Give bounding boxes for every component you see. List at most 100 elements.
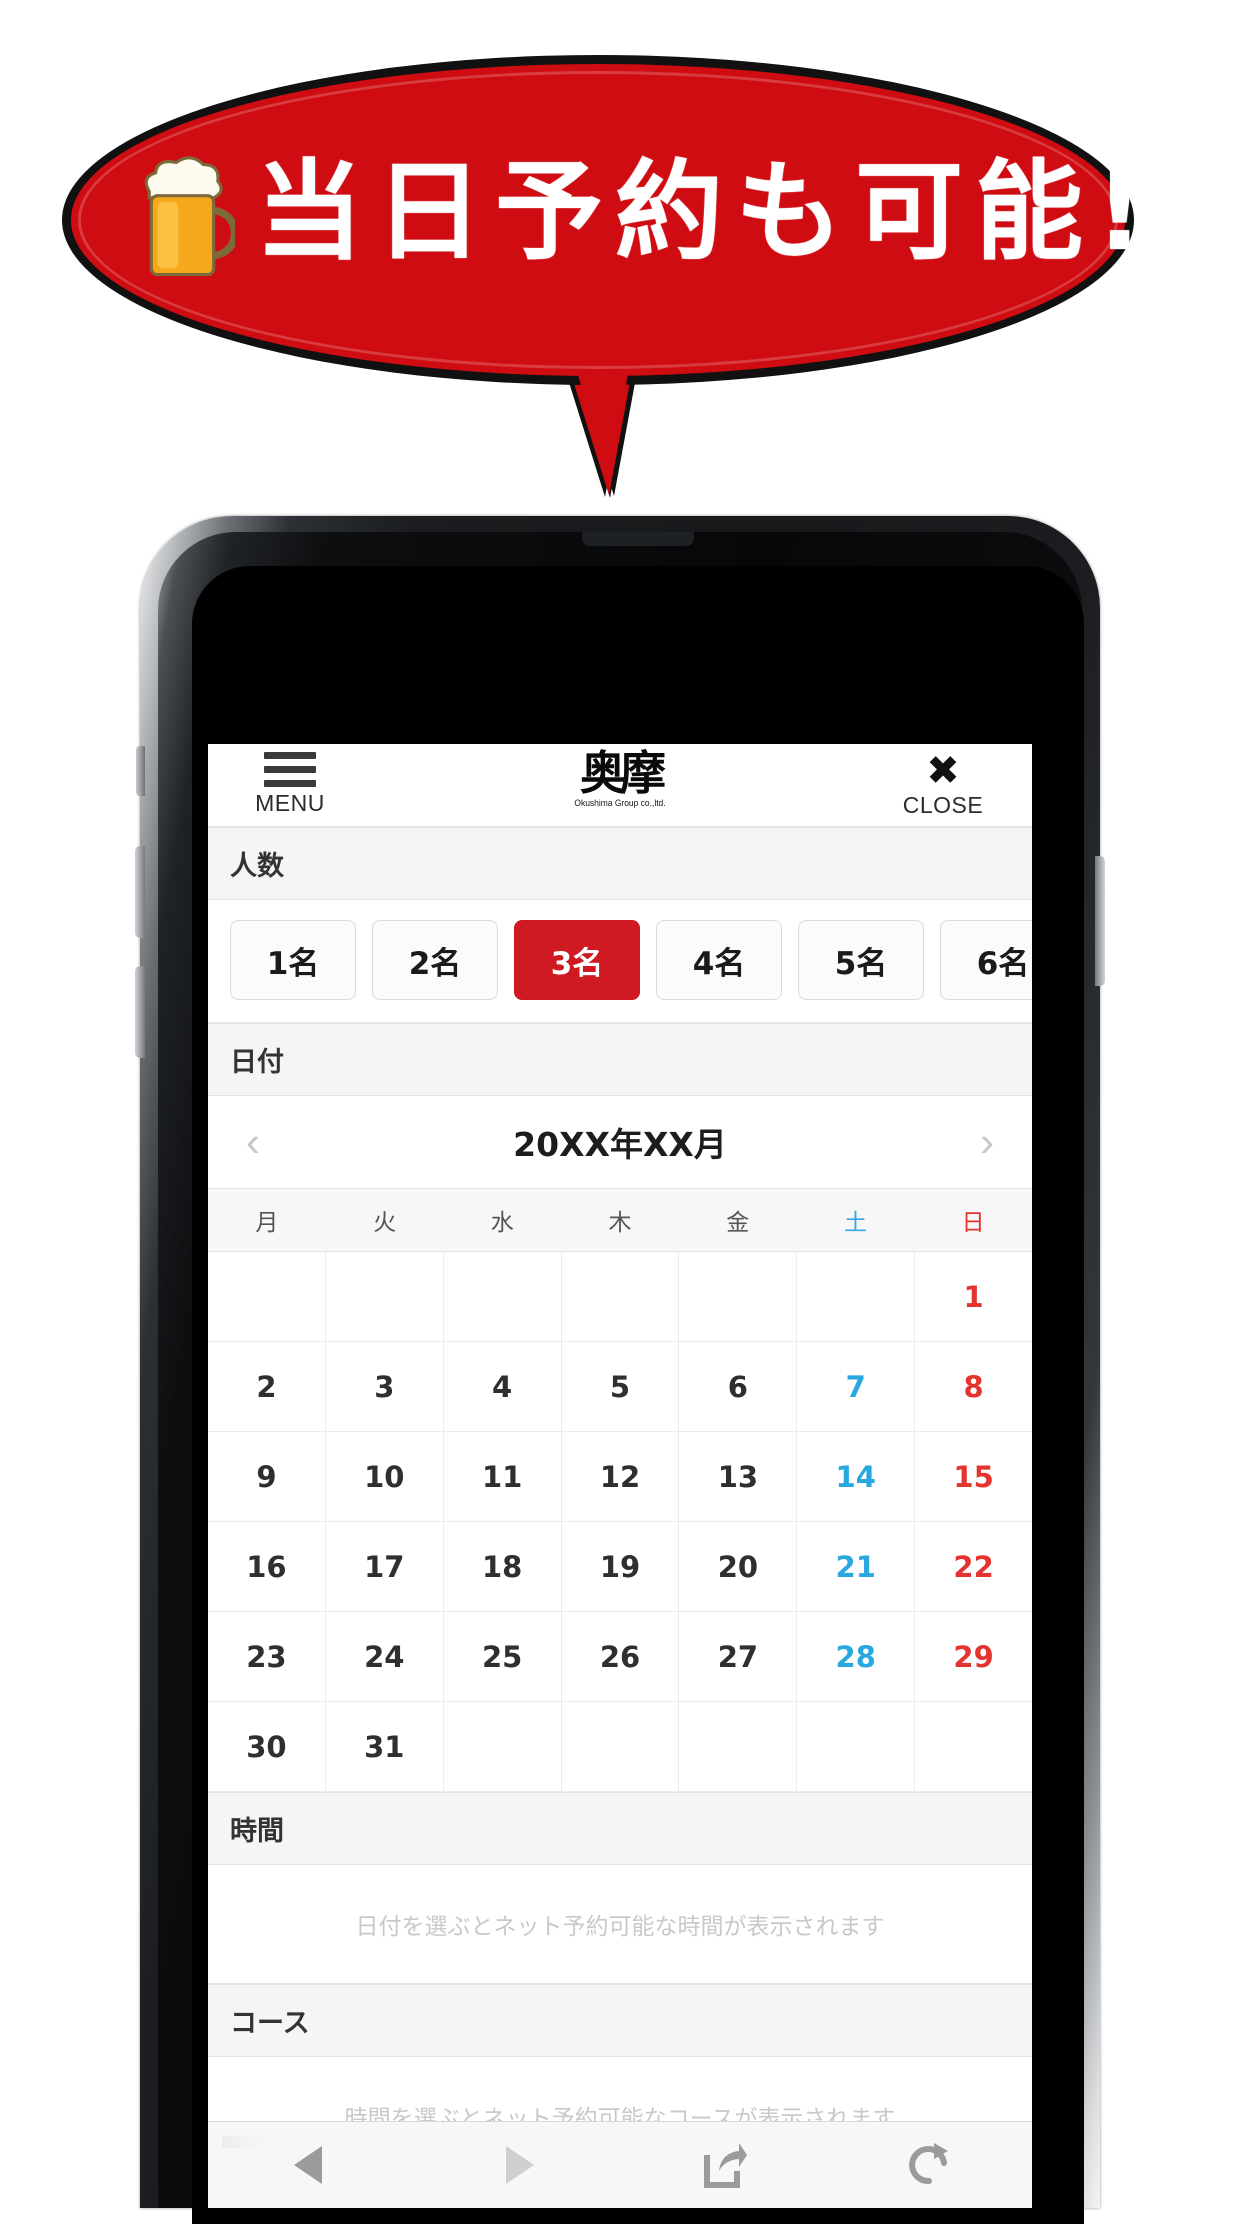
menu-button[interactable]: MENU xyxy=(242,752,338,817)
weekday-header-木: 木 xyxy=(608,1209,632,1235)
people-options[interactable]: 1名 2名 3名 4名 5名 6名 xyxy=(208,900,1032,1023)
site-header: MENU 奥摩 Okushima Group co.,ltd. ✖ CLOSE xyxy=(208,744,1032,827)
calendar-week-row: 30 31 xyxy=(208,1702,1032,1792)
calendar-day-8[interactable]: 8 xyxy=(915,1342,1032,1431)
people-option-6[interactable]: 6名 xyxy=(940,920,1032,1000)
calendar-week-row: 16 17 18 19 20 21 22 xyxy=(208,1522,1032,1612)
beer-mug-icon xyxy=(144,156,235,277)
calendar-day-13[interactable]: 13 xyxy=(679,1432,798,1521)
people-section-title: 人数 xyxy=(208,827,1032,900)
close-x-icon: ✖ xyxy=(926,749,960,793)
people-option-1[interactable]: 1名 xyxy=(230,920,356,1000)
calendar-week-row: 9 10 11 12 13 14 15 xyxy=(208,1432,1032,1522)
browser-reload-button[interactable] xyxy=(826,2122,1032,2208)
calendar-day-empty xyxy=(326,1252,444,1341)
calendar-week-row: 1 xyxy=(208,1252,1032,1342)
phone-mockup: MENU 奥摩 Okushima Group co.,ltd. ✖ CLOSE … xyxy=(135,516,1105,2224)
calendar-day-19[interactable]: 19 xyxy=(562,1522,680,1611)
close-button-label: CLOSE xyxy=(902,792,984,818)
calendar-grid[interactable]: 1 2 3 4 5 6 7 8 9 10 11 12 13 14 15 16 17 18 19 20 21 22 23 24 2… xyxy=(208,1252,1032,1792)
calendar-day-empty xyxy=(444,1252,562,1341)
date-section-title: 日付 xyxy=(208,1023,1032,1096)
calendar-day-empty xyxy=(444,1702,562,1791)
month-label: 20XX年XX月 xyxy=(513,1125,727,1164)
calendar-day-21[interactable]: 21 xyxy=(797,1522,916,1611)
calendar-day-7[interactable]: 7 xyxy=(797,1342,916,1431)
phone-mute-switch xyxy=(136,746,145,796)
promo-banner-text: 当日予約も可能!! xyxy=(255,150,1218,275)
calendar-day-10[interactable]: 10 xyxy=(326,1432,444,1521)
browser-progress-hint xyxy=(222,2136,270,2148)
weekday-header-土: 土 xyxy=(843,1209,867,1235)
close-button[interactable]: ✖ CLOSE xyxy=(888,749,998,819)
prev-month-button[interactable]: ‹ xyxy=(208,1121,298,1163)
bubble-tail-inner xyxy=(570,350,632,478)
calendar-day-29[interactable]: 29 xyxy=(915,1612,1032,1701)
reload-arrow-icon xyxy=(909,2143,948,2185)
calendar-day-2[interactable]: 2 xyxy=(208,1342,326,1431)
back-triangle-icon xyxy=(294,2146,322,2184)
calendar-day-4[interactable]: 4 xyxy=(444,1342,562,1431)
site-logo[interactable]: 奥摩 Okushima Group co.,ltd. xyxy=(571,749,668,808)
month-navigation: ‹ 20XX年XX月 › xyxy=(208,1096,1032,1189)
calendar-week-row: 2345678 xyxy=(208,1342,1032,1432)
calendar-day-empty xyxy=(679,1252,798,1341)
weekday-header-日: 日 xyxy=(961,1209,985,1235)
next-month-button[interactable]: › xyxy=(942,1121,1032,1163)
calendar-day-empty xyxy=(562,1252,680,1341)
phone-earpiece xyxy=(582,532,694,546)
people-option-5[interactable]: 5名 xyxy=(798,920,924,1000)
hamburger-menu-icon xyxy=(264,752,316,788)
forward-triangle-icon xyxy=(506,2146,534,2184)
calendar-day-15[interactable]: 15 xyxy=(915,1432,1032,1521)
people-option-2[interactable]: 2名 xyxy=(372,920,498,1000)
calendar-day-empty xyxy=(679,1702,798,1791)
calendar-day-empty xyxy=(208,1252,326,1341)
course-section-title: コース xyxy=(208,1984,1032,2057)
logo-subtitle: Okushima Group co.,ltd. xyxy=(574,798,666,808)
weekday-header-火: 火 xyxy=(373,1209,397,1235)
weekday-header-金: 金 xyxy=(726,1209,750,1235)
calendar-day-26[interactable]: 26 xyxy=(562,1612,680,1701)
share-arrow-icon xyxy=(704,2143,747,2188)
calendar-day-22[interactable]: 22 xyxy=(915,1522,1032,1611)
calendar-day-18[interactable]: 18 xyxy=(444,1522,562,1611)
calendar-day-30[interactable]: 30 xyxy=(208,1702,326,1791)
menu-button-label: MENU xyxy=(255,790,325,816)
weekday-header-水: 水 xyxy=(490,1209,514,1235)
calendar-day-3[interactable]: 3 xyxy=(326,1342,444,1431)
people-option-4[interactable]: 4名 xyxy=(656,920,782,1000)
phone-volume-down-button xyxy=(135,966,145,1058)
calendar-day-empty xyxy=(915,1702,1032,1791)
calendar-day-23[interactable]: 23 xyxy=(208,1612,326,1701)
weekday-header-月: 月 xyxy=(255,1209,279,1235)
calendar-day-9[interactable]: 9 xyxy=(208,1432,326,1521)
calendar-day-16[interactable]: 16 xyxy=(208,1522,326,1611)
time-placeholder: 日付を選ぶとネット予約可能な時間が表示されます xyxy=(208,1865,1032,1984)
reservation-page: MENU 奥摩 Okushima Group co.,ltd. ✖ CLOSE … xyxy=(208,744,1032,2208)
calendar-day-27[interactable]: 27 xyxy=(679,1612,798,1701)
browser-toolbar xyxy=(208,2121,1032,2208)
logo-mark: 奥摩 xyxy=(579,746,666,800)
calendar-week-row: 23 24 25 26 27 28 29 xyxy=(208,1612,1032,1702)
promo-banner: 当日予約も可能!! xyxy=(0,0,1242,520)
calendar-day-20[interactable]: 20 xyxy=(679,1522,798,1611)
calendar-day-6[interactable]: 6 xyxy=(679,1342,798,1431)
phone-volume-up-button xyxy=(135,846,145,938)
calendar-day-empty xyxy=(797,1252,916,1341)
browser-back-button[interactable] xyxy=(208,2122,414,2208)
calendar-day-31[interactable]: 31 xyxy=(326,1702,444,1791)
calendar-day-17[interactable]: 17 xyxy=(326,1522,444,1611)
calendar-day-5[interactable]: 5 xyxy=(562,1342,680,1431)
browser-share-button[interactable] xyxy=(620,2122,826,2208)
calendar-day-25[interactable]: 25 xyxy=(444,1612,562,1701)
calendar-day-1[interactable]: 1 xyxy=(915,1252,1032,1341)
people-option-3[interactable]: 3名 xyxy=(514,920,640,1000)
calendar-day-11[interactable]: 11 xyxy=(444,1432,562,1521)
calendar-day-24[interactable]: 24 xyxy=(326,1612,444,1701)
phone-power-button xyxy=(1095,856,1105,986)
browser-forward-button[interactable] xyxy=(414,2122,620,2208)
calendar-day-28[interactable]: 28 xyxy=(797,1612,916,1701)
calendar-day-12[interactable]: 12 xyxy=(562,1432,680,1521)
calendar-day-14[interactable]: 14 xyxy=(797,1432,916,1521)
